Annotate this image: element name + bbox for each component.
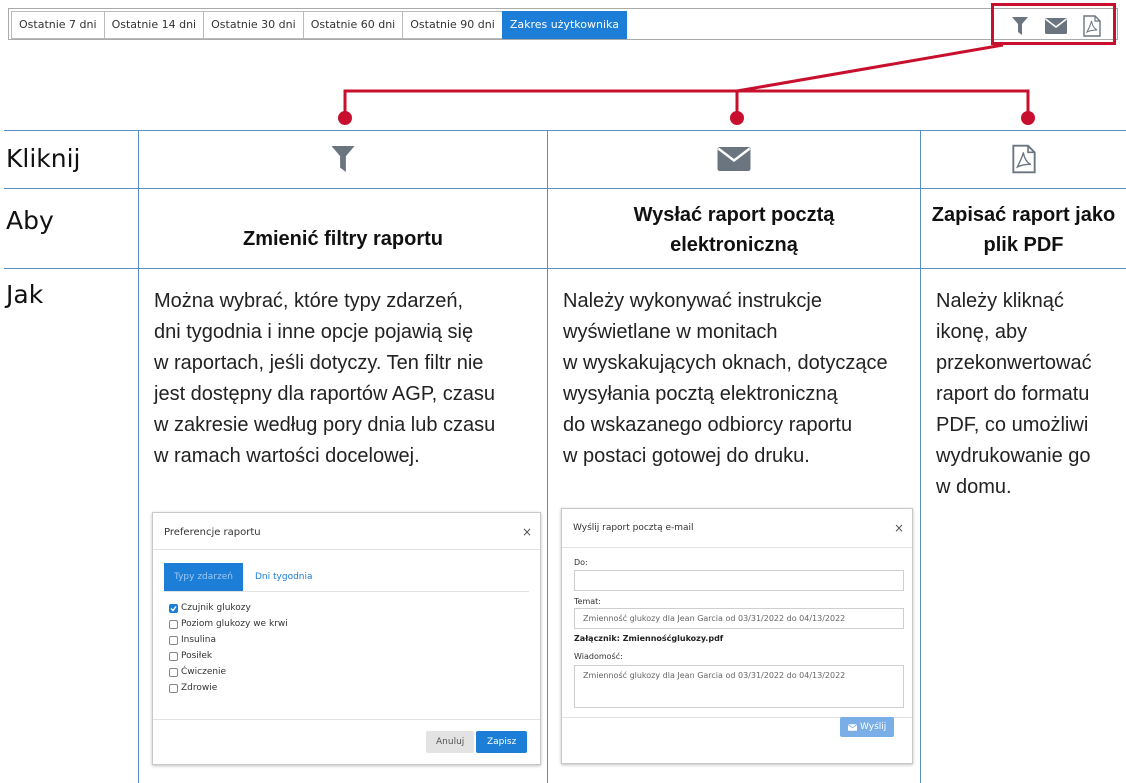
pdf-heading: Zapisać raport jako plik PDF bbox=[931, 204, 1116, 256]
filter-description: Można wybrać, które typy zdarzeń, dni ty… bbox=[154, 290, 496, 467]
tab-weekdays[interactable]: Dni tygodnia bbox=[245, 563, 323, 591]
mail-icon bbox=[848, 723, 857, 731]
checkbox-icon[interactable] bbox=[169, 667, 178, 677]
row-label-to: Aby bbox=[6, 206, 54, 235]
option-glucose-sensor[interactable]: Czujnik glukozy bbox=[169, 603, 251, 613]
pdf-icon bbox=[1011, 144, 1036, 174]
tab-event-types[interactable]: Typy zdarzeń bbox=[164, 563, 243, 591]
checkbox-icon[interactable] bbox=[169, 683, 178, 693]
checkbox-icon[interactable] bbox=[169, 651, 178, 661]
mail-icon bbox=[717, 147, 751, 171]
option-exercise[interactable]: Ćwiczenie bbox=[169, 667, 226, 677]
close-icon[interactable]: × bbox=[894, 521, 904, 535]
checkbox-icon[interactable] bbox=[169, 635, 178, 645]
subject-field[interactable]: Zmienność glukozy dla Jean Garcia od 03/… bbox=[574, 608, 904, 629]
filter-heading: Zmienić filtry raportu bbox=[242, 228, 444, 250]
filter-column-icon bbox=[139, 140, 547, 178]
send-button[interactable]: Wyślij bbox=[840, 717, 895, 737]
subject-label: Temat: bbox=[574, 597, 601, 606]
close-icon[interactable]: × bbox=[522, 525, 532, 539]
dialog-title: Wyślij raport pocztą e-mail bbox=[573, 523, 694, 533]
row-label-how: Jak bbox=[6, 280, 44, 309]
option-meal[interactable]: Posiłek bbox=[169, 651, 212, 661]
to-label: Do: bbox=[574, 558, 588, 567]
attachment-label: Załącznik: Zmiennośćglukozy.pdf bbox=[574, 634, 724, 643]
message-label: Wiadomość: bbox=[574, 652, 623, 661]
message-field[interactable]: Zmienność glukozy dla Jean Garcia od 03/… bbox=[574, 665, 904, 708]
report-preferences-dialog: Preferencje raportu × Typy zdarzeń Dni t… bbox=[152, 512, 541, 765]
email-column-icon bbox=[548, 140, 920, 178]
row-label-click: Kliknij bbox=[6, 144, 81, 173]
dialog-title: Preferencje raportu bbox=[164, 527, 261, 538]
checkbox-icon[interactable] bbox=[169, 619, 178, 629]
filter-icon bbox=[331, 146, 355, 172]
option-health[interactable]: Zdrowie bbox=[169, 683, 217, 693]
email-heading: Wysłać raport pocztą elektroniczną bbox=[633, 204, 835, 256]
option-insulin[interactable]: Insulina bbox=[169, 635, 216, 645]
pdf-column-icon bbox=[921, 140, 1126, 178]
option-blood-glucose[interactable]: Poziom glukozy we krwi bbox=[169, 619, 288, 629]
checkbox-checked-icon[interactable] bbox=[169, 603, 178, 613]
cancel-button[interactable]: Anuluj bbox=[426, 731, 475, 753]
email-description: Należy wykonywać instrukcje wyświetlane … bbox=[563, 290, 888, 467]
pdf-description: Należy kliknąć ikonę, aby przekonwertowa… bbox=[936, 290, 1092, 498]
save-button[interactable]: Zapisz bbox=[476, 731, 528, 753]
callout-connectors bbox=[338, 43, 1035, 125]
to-field[interactable] bbox=[574, 570, 904, 591]
email-report-dialog: Wyślij raport pocztą e-mail × Do: Temat:… bbox=[561, 508, 913, 764]
